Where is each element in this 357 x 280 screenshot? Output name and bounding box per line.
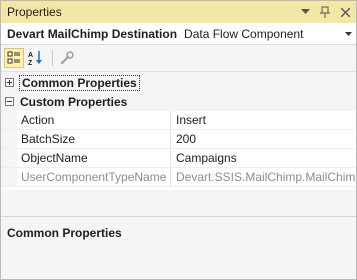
- property-row-action[interactable]: Action Insert: [1, 111, 356, 130]
- window-position-dropdown-icon[interactable]: [296, 3, 314, 21]
- property-value[interactable]: 200: [171, 130, 356, 148]
- property-row-usercomponenttypename[interactable]: UserComponentTypeName Devart.SSIS.MailCh…: [1, 168, 356, 187]
- object-selector[interactable]: Devart MailChimp Destination Data Flow C…: [1, 23, 356, 45]
- property-name: UserComponentTypeName: [17, 168, 171, 186]
- collapse-icon[interactable]: [5, 97, 14, 106]
- grid-description-splitter[interactable]: [1, 190, 356, 216]
- properties-toolbar: A Z: [1, 45, 356, 72]
- categorized-icon[interactable]: [4, 48, 24, 68]
- object-type: Data Flow Component: [184, 26, 304, 41]
- property-value[interactable]: Campaigns: [171, 149, 356, 167]
- close-icon[interactable]: [336, 3, 354, 21]
- category-label: Custom Properties: [20, 94, 128, 109]
- property-name: Action: [17, 111, 171, 129]
- chevron-down-icon[interactable]: [340, 31, 356, 36]
- description-title: Common Properties: [7, 226, 122, 240]
- category-label: Common Properties: [19, 74, 140, 91]
- property-value: Devart.SSIS.MailChimp.MailChimpDestinati…: [176, 170, 356, 184]
- category-common-properties[interactable]: Common Properties: [1, 73, 356, 92]
- object-name: Devart MailChimp Destination: [7, 26, 178, 41]
- alphabetical-icon[interactable]: A Z: [26, 48, 46, 68]
- svg-text:A: A: [28, 52, 33, 59]
- expand-icon[interactable]: [5, 78, 14, 87]
- description-pane: Common Properties: [1, 216, 356, 279]
- svg-text:Z: Z: [28, 60, 33, 66]
- property-value[interactable]: Insert: [171, 111, 356, 129]
- property-grid: Common Properties Custom Properties Acti…: [1, 73, 356, 190]
- title-bar[interactable]: Properties: [1, 1, 356, 23]
- property-name: ObjectName: [17, 149, 171, 167]
- window-title: Properties: [7, 5, 62, 19]
- property-name: BatchSize: [17, 130, 171, 148]
- toolbar-divider: [52, 50, 53, 66]
- property-row-objectname[interactable]: ObjectName Campaigns: [1, 149, 356, 168]
- property-row-batchsize[interactable]: BatchSize 200: [1, 130, 356, 149]
- category-custom-properties[interactable]: Custom Properties: [1, 92, 356, 111]
- wrench-icon[interactable]: [57, 48, 77, 68]
- properties-window: Properties Devart MailChimp Destination …: [0, 0, 357, 280]
- pin-icon[interactable]: [316, 3, 334, 21]
